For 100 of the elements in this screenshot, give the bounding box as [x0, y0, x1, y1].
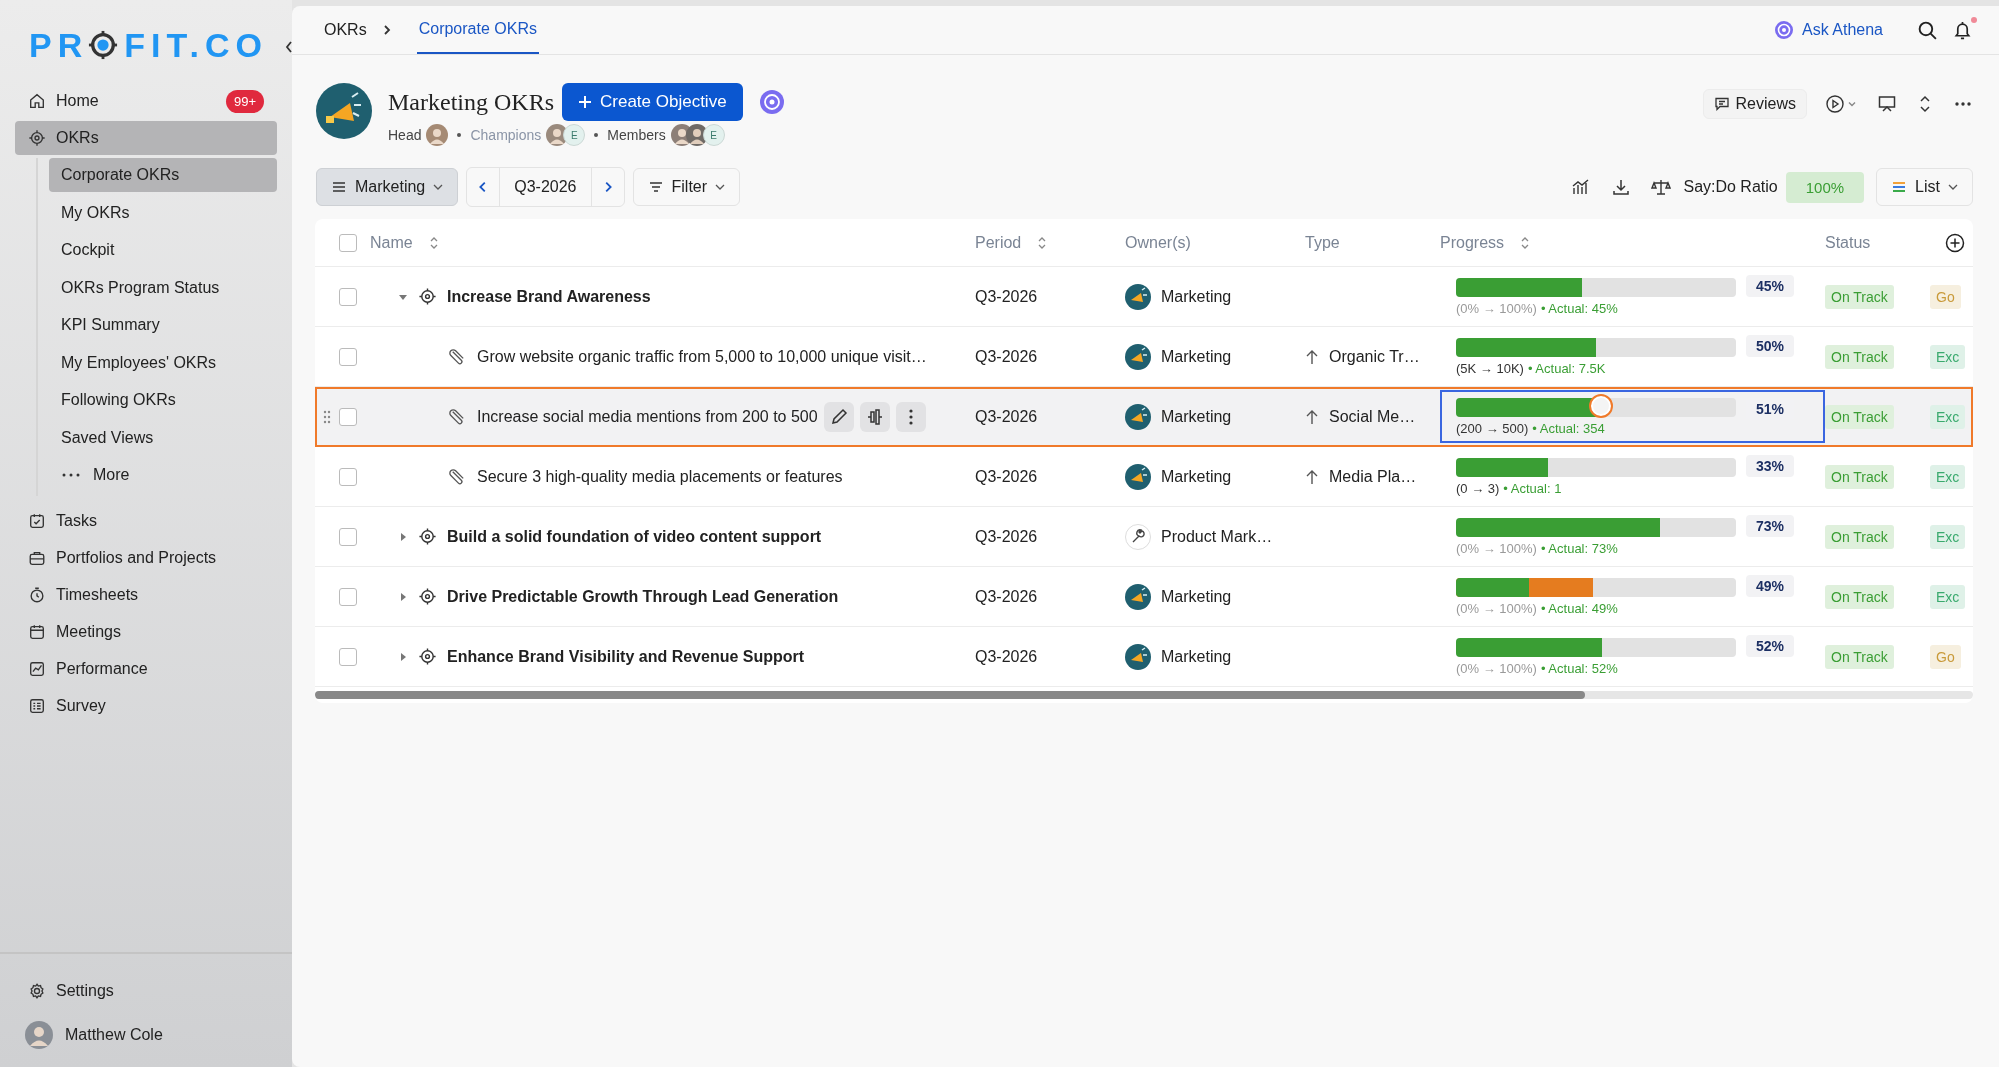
avatar[interactable]	[426, 124, 449, 146]
create-objective-button[interactable]: Create Objective	[562, 83, 743, 121]
view-dropdown[interactable]: List	[1876, 168, 1973, 206]
period-cell: Q3-2026	[975, 647, 1038, 666]
sort-icon[interactable]	[1037, 235, 1048, 250]
breadcrumb-link[interactable]: OKRs	[322, 6, 369, 54]
avatar[interactable]	[685, 124, 708, 146]
scale-icon[interactable]	[1651, 177, 1672, 197]
scrollbar-thumb[interactable]	[315, 691, 1585, 699]
select-all-checkbox[interactable]	[338, 233, 357, 252]
nav-item[interactable]: Tasks	[15, 503, 277, 538]
avatar-initial[interactable]: E	[702, 124, 725, 146]
download-icon[interactable]	[1611, 177, 1632, 197]
nav-subitem[interactable]: My OKRs	[49, 195, 277, 230]
row-checkbox[interactable]	[338, 527, 357, 546]
slider-handle[interactable]	[1588, 393, 1613, 418]
nav-item[interactable]: Home 99+	[15, 84, 277, 118]
avatar-initial[interactable]: E	[563, 124, 586, 146]
type-cell: Organic Tr…	[1329, 347, 1420, 366]
page-title: Marketing OKRs	[388, 88, 554, 116]
nav-subitem[interactable]: Corporate OKRs	[49, 158, 277, 192]
objective-name[interactable]: Enhance Brand Visibility and Revenue Support	[447, 647, 805, 666]
objective-name[interactable]: Increase Brand Awareness	[447, 287, 651, 306]
home-icon	[28, 92, 46, 110]
owner-name: Marketing	[1161, 587, 1232, 606]
sort-icon[interactable]	[428, 235, 439, 250]
user-name[interactable]: Matthew Cole	[65, 1026, 163, 1044]
nav-item[interactable]: Meetings	[15, 614, 277, 649]
sort-icon[interactable]	[1520, 235, 1531, 250]
nav-item[interactable]: Performance	[15, 651, 277, 686]
row-checkbox[interactable]	[338, 647, 357, 666]
chart-icon	[28, 659, 46, 678]
settings-item[interactable]: Settings	[15, 974, 277, 1008]
target-range: (0% → 100%)	[1456, 300, 1537, 316]
filter-button[interactable]: Filter	[632, 168, 741, 206]
owner-name: Marketing	[1161, 287, 1232, 306]
presentation-icon[interactable]	[1877, 94, 1897, 114]
nav-item[interactable]: Timesheets	[15, 577, 277, 612]
user-avatar[interactable]	[25, 1021, 53, 1049]
nav-subitem[interactable]: Following OKRs	[49, 383, 277, 417]
actual-value: • Actual: 1	[1503, 480, 1562, 496]
caret-icon	[433, 184, 444, 190]
team-logo	[1125, 463, 1151, 490]
list-icon	[1891, 179, 1908, 195]
column-header: Status	[1825, 233, 1871, 252]
nav-subitem[interactable]: More	[49, 458, 277, 492]
logo-text: FIT.CO	[124, 25, 268, 65]
assistant-icon	[1774, 20, 1795, 40]
status-tag: On Track	[1825, 344, 1894, 369]
nav-item[interactable]: Survey	[15, 688, 277, 723]
settings-icon	[28, 982, 46, 1000]
grade-tag: Go	[1930, 284, 1961, 309]
row-checkbox[interactable]	[338, 407, 357, 426]
objective-name[interactable]: Drive Predictable Growth Through Lead Generation	[447, 587, 839, 606]
check-in-icon[interactable]	[859, 401, 890, 432]
row-checkbox[interactable]	[338, 467, 357, 486]
row-checkbox[interactable]	[338, 587, 357, 606]
expand-caret-icon[interactable]	[398, 651, 408, 662]
key-result-name[interactable]: Increase social media mentions from 200 to 500	[477, 407, 818, 426]
key-result-name[interactable]: Secure 3 high-quality media placements or features	[477, 467, 843, 486]
actual-value: • Actual: 49%	[1540, 600, 1618, 616]
target-range: (5K → 10K)	[1456, 360, 1524, 376]
expand-caret-icon[interactable]	[398, 591, 408, 602]
notification-icon[interactable]	[1952, 19, 1973, 41]
progress-percent: 49%	[1746, 575, 1795, 597]
objective-icon	[418, 647, 437, 666]
collapse-icon[interactable]	[284, 40, 294, 54]
edit-icon[interactable]	[823, 401, 854, 432]
reviews-button[interactable]: Reviews	[1702, 89, 1807, 119]
more-icon	[61, 472, 81, 478]
arrow-up-icon	[1305, 408, 1319, 425]
nav-subitem[interactable]: Cockpit	[49, 233, 277, 267]
logo-text: PR	[29, 25, 89, 65]
menu-icon	[331, 179, 347, 195]
objective-name[interactable]: Build a solid foundation of video content support	[447, 527, 822, 546]
nav-subitem[interactable]: Saved Views	[49, 420, 277, 455]
grade-tag: Exc	[1930, 524, 1966, 549]
nav-item[interactable]: Portfolios and Projects	[15, 540, 277, 575]
expand-caret-icon[interactable]	[398, 531, 408, 542]
breadcrumb-link[interactable]: Corporate OKRs	[416, 6, 539, 54]
drag-handle-icon[interactable]	[323, 409, 331, 424]
chevron-icon	[382, 24, 391, 36]
key-result-name[interactable]: Grow website organic traffic from 5,000 to 10,000 unique visit…	[477, 347, 927, 366]
add-column-icon[interactable]	[1945, 232, 1965, 253]
nav-subitem[interactable]: My Employees' OKRs	[49, 345, 277, 380]
grade-tag: Go	[1930, 644, 1961, 669]
nav-subitem[interactable]: KPI Summary	[49, 308, 277, 342]
arrow-up-icon	[1305, 348, 1319, 365]
team-logo	[1125, 283, 1151, 310]
arrow-up-icon	[1305, 468, 1319, 485]
nav-subitem[interactable]: OKRs Program Status	[49, 270, 277, 305]
row-checkbox[interactable]	[338, 287, 357, 306]
ask-assistant-link[interactable]: Ask Athena	[1802, 21, 1883, 39]
assistant-icon[interactable]	[758, 89, 785, 115]
column-header: Name	[370, 233, 413, 252]
search-icon[interactable]	[1917, 19, 1938, 41]
status-tag: On Track	[1825, 284, 1894, 309]
nav-item[interactable]: OKRs	[15, 121, 277, 155]
team-dropdown[interactable]: Marketing	[316, 168, 459, 206]
row-checkbox[interactable]	[338, 347, 357, 366]
